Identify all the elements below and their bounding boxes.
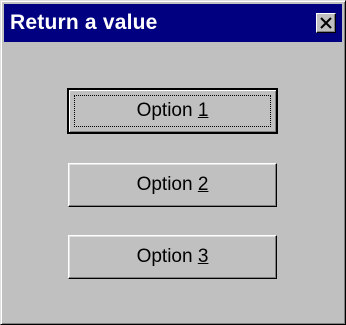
option-1-hotkey: 1 (197, 100, 209, 121)
window-title: Return a value (10, 11, 158, 34)
option-3-hotkey: 3 (197, 246, 209, 267)
option-2-button[interactable]: Option 2 (68, 163, 277, 207)
option-1-label: Option 1 (136, 100, 209, 121)
option-1-button[interactable]: Option 1 (67, 88, 278, 134)
option-2-label: Option 2 (136, 174, 209, 195)
option-2-hotkey: 2 (197, 174, 209, 195)
option-3-label: Option 3 (136, 246, 209, 267)
close-icon (320, 17, 332, 29)
dialog-window: Return a value Option 1 Option 2 Option … (0, 0, 346, 325)
option-3-button[interactable]: Option 3 (68, 235, 277, 279)
title-bar[interactable]: Return a value (4, 4, 342, 42)
close-button[interactable] (316, 13, 336, 33)
